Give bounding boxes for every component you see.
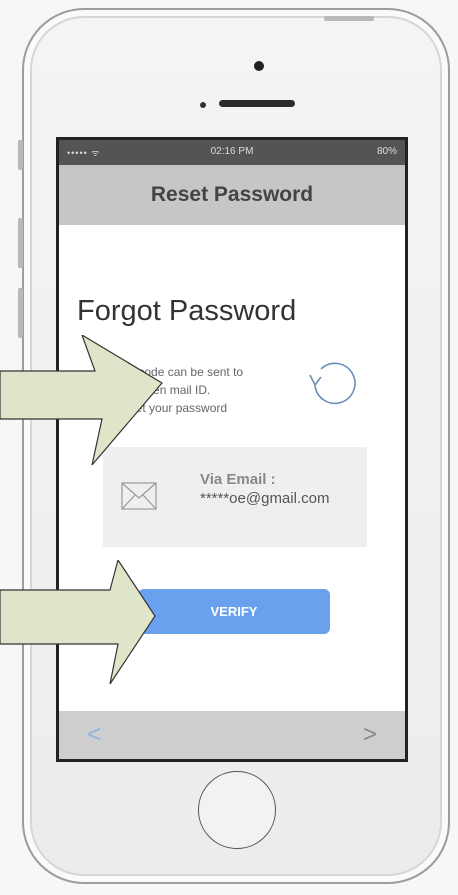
via-email-label: Via Email : [200,471,276,488]
front-camera-icon [200,102,206,108]
info-text: 4 digit code can be sent to below given … [103,363,303,417]
verify-button[interactable]: VERIFY [138,589,330,634]
mute-switch [18,140,23,170]
info-line: 4 digit code can be sent to [103,365,244,379]
volume-up-button [18,218,23,268]
phone-screen: ••••• ᯤ 02:16 PM 80% Reset Password Forg… [56,137,408,762]
bottom-nav-bar: < > [59,711,405,759]
forgot-password-heading: Forgot Password [77,295,297,327]
email-option-card[interactable]: Via Email : *****oe@gmail.com [103,447,367,547]
page-header: Reset Password [59,165,405,225]
power-button [324,16,374,21]
volume-down-button [18,288,23,338]
prev-button[interactable]: < [87,721,101,749]
status-time: 02:16 PM [210,146,254,157]
page-title: Reset Password [150,183,314,206]
home-button[interactable] [198,771,276,849]
info-line: To reset your password [103,401,228,415]
main-content: Forgot Password 4 digit code can be sent… [59,225,405,711]
speaker-grille [219,100,295,107]
reload-icon[interactable] [307,355,361,409]
stage: ••••• ᯤ 02:16 PM 80% Reset Password Forg… [0,0,458,895]
camera-icon [254,61,264,71]
mail-icon [121,482,157,510]
masked-email: *****oe@gmail.com [200,490,330,507]
info-line: below given mail ID. [103,383,211,397]
status-bar: ••••• ᯤ 02:16 PM 80% [59,140,405,165]
next-button[interactable]: > [363,721,377,749]
battery-indicator: 80% [376,146,397,157]
